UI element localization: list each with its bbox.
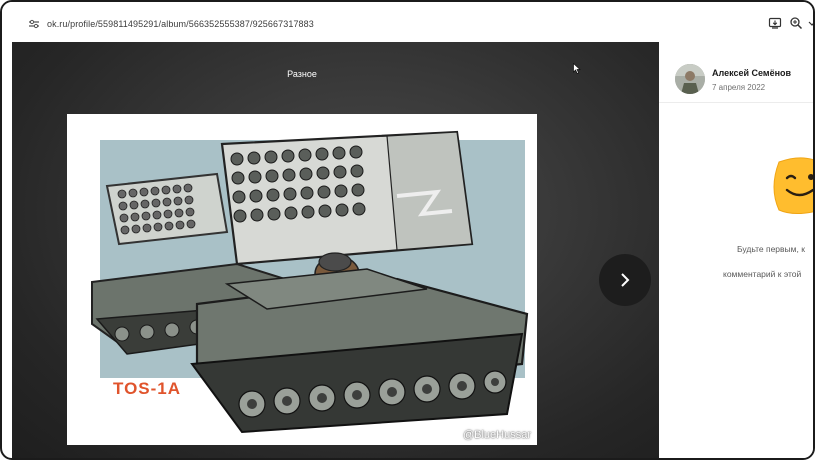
browser-window: ok.ru/profile/559811495291/album/5663525…: [0, 0, 815, 460]
front-launcher: [220, 130, 474, 266]
empty-comments-text-1: Будьте первым, к: [737, 244, 805, 254]
comments-panel: Алексей Семёнов 7 апреля 2022 Будьте пер…: [659, 42, 813, 458]
address-bar[interactable]: ok.ru/profile/559811495291/album/5663525…: [2, 2, 815, 42]
chevron-right-icon: [621, 273, 630, 287]
url-text[interactable]: ok.ru/profile/559811495291/album/5663525…: [47, 19, 314, 29]
photo-viewer: Разное TOS-1A @BlueHussar: [12, 42, 659, 458]
photo-watermark: @BlueHussar: [462, 429, 531, 441]
author-avatar[interactable]: [675, 64, 705, 94]
more-icon[interactable]: [808, 16, 815, 30]
winking-face-sticker-icon: [773, 157, 813, 214]
back-launcher: [105, 172, 229, 246]
empty-comments-text-2: комментарий к этой: [723, 269, 802, 279]
photo[interactable]: TOS-1A @BlueHussar: [67, 114, 537, 445]
next-photo-button[interactable]: [599, 254, 651, 306]
album-title[interactable]: Разное: [12, 69, 592, 79]
photo-caption: TOS-1A: [113, 379, 182, 398]
mouse-cursor-icon: [573, 63, 581, 74]
author-name[interactable]: Алексей Семёнов: [712, 68, 791, 78]
zoom-icon[interactable]: [789, 16, 803, 30]
site-settings-icon[interactable]: [28, 19, 40, 29]
author-header: Алексей Семёнов 7 апреля 2022: [659, 42, 813, 103]
avatar-image: [675, 64, 705, 94]
install-app-icon[interactable]: [768, 16, 782, 30]
post-date: 7 апреля 2022: [712, 83, 766, 92]
